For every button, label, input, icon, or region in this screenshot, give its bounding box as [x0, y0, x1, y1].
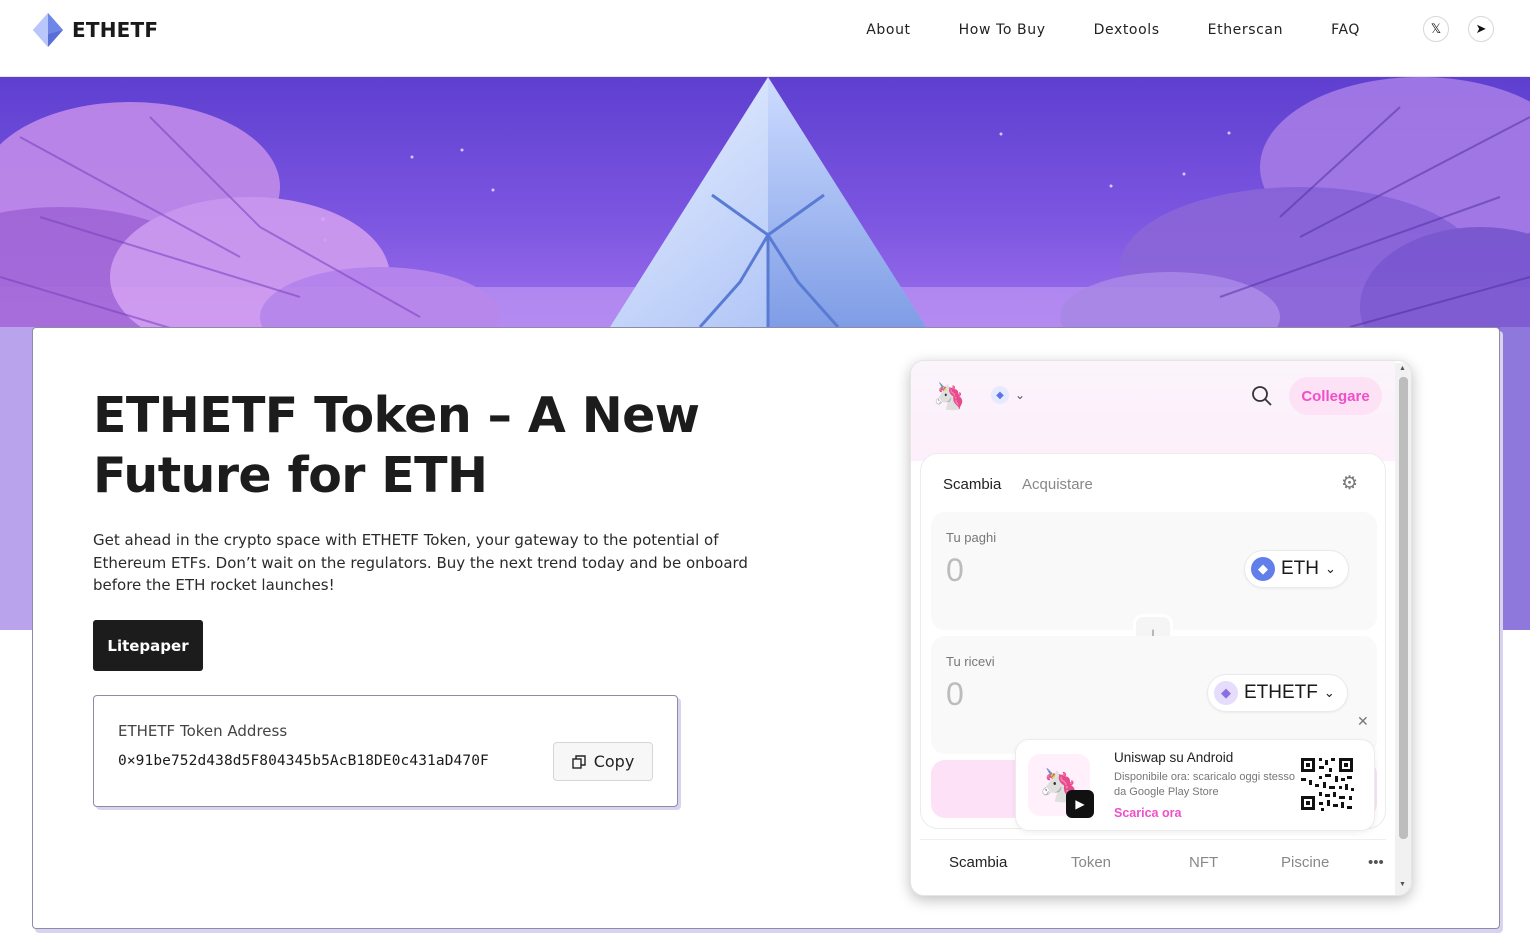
copy-address-button[interactable]: Copy — [553, 742, 653, 781]
ethetf-logo-icon — [33, 13, 63, 47]
widget-header: 🦄 ◆ ⌄ Collegare — [911, 361, 1395, 461]
swap-widget: 🦄 ◆ ⌄ Collegare Scambia Acquistare ⚙ Tu … — [910, 360, 1412, 896]
download-now-link[interactable]: Scarica ora — [1114, 806, 1181, 820]
pay-label: Tu paghi — [946, 530, 997, 545]
pay-amount-input[interactable]: 0 — [946, 552, 964, 589]
nav-links: About How To Buy Dextools Etherscan FAQ — [842, 20, 1384, 40]
tab-buy[interactable]: Acquistare — [1022, 476, 1093, 493]
x-twitter-icon[interactable]: 𝕏 — [1423, 16, 1449, 42]
connect-wallet-button[interactable]: Collegare — [1289, 377, 1382, 415]
android-promo-banner: 🦄 ▶ Uniswap su Android Disponibile ora: … — [1015, 739, 1375, 831]
google-play-icon: ▶ — [1066, 790, 1094, 818]
tab-swap[interactable]: Scambia — [943, 476, 1001, 493]
nav-link-faq[interactable]: FAQ — [1307, 20, 1384, 40]
widget-bottom-tabs: Scambia Token NFT Piscine ••• — [920, 839, 1386, 885]
uniswap-logo-icon[interactable]: 🦄 — [933, 381, 965, 412]
gear-icon[interactable]: ⚙ — [1341, 472, 1358, 495]
receive-field[interactable]: Tu ricevi 0 ◆ ETHETF ⌄ — [931, 636, 1377, 754]
receive-label: Tu ricevi — [946, 654, 995, 669]
pay-token-symbol: ETH — [1281, 558, 1319, 579]
litepaper-button[interactable]: Litepaper — [93, 620, 203, 671]
search-icon[interactable] — [1251, 385, 1273, 407]
bottom-tab-token[interactable]: Token — [1071, 854, 1111, 871]
chevron-down-icon: ⌄ — [1325, 561, 1336, 576]
token-address-box: ETHETF Token Address 0×91be752d438d5F804… — [93, 695, 678, 807]
top-navbar: ETHETF About How To Buy Dextools Ethersc… — [0, 0, 1530, 77]
scroll-up-icon[interactable]: ▲ — [1399, 365, 1406, 372]
hero-card: ETHETF Token – A New Future for ETH Get … — [32, 327, 1500, 929]
bottom-tab-pools[interactable]: Piscine — [1281, 854, 1329, 871]
network-selector[interactable]: ◆ ⌄ — [991, 386, 1025, 404]
nav-link-how-to-buy[interactable]: How To Buy — [935, 20, 1070, 40]
scroll-thumb[interactable] — [1399, 377, 1408, 839]
bottom-tab-swap[interactable]: Scambia — [949, 854, 1007, 871]
nav-link-about[interactable]: About — [842, 20, 934, 40]
nav-link-dextools[interactable]: Dextools — [1070, 20, 1184, 40]
qr-code-icon — [1299, 756, 1355, 812]
brand-name: ETHETF — [72, 18, 159, 42]
receive-token-symbol: ETHETF — [1244, 682, 1318, 703]
telegram-icon[interactable]: ➤ — [1468, 16, 1494, 42]
chevron-down-icon: ⌄ — [1323, 685, 1335, 700]
token-address-label: ETHETF Token Address — [118, 722, 288, 740]
pay-token-selector[interactable]: ◆ ETH ⌄ — [1244, 550, 1349, 588]
close-icon[interactable]: ✕ — [1357, 713, 1369, 730]
brand-logo[interactable]: ETHETF — [32, 12, 158, 48]
hero-description: Get ahead in the crypto space with ETHET… — [93, 531, 748, 594]
ethetf-token-icon: ◆ — [1214, 681, 1238, 705]
promo-description: Disponibile ora: scaricalo oggi stesso d… — [1114, 771, 1295, 798]
bottom-tab-nft[interactable]: NFT — [1189, 854, 1218, 871]
widget-scrollbar[interactable]: ▲ ▼ — [1395, 363, 1411, 895]
eth-token-icon: ◆ — [1251, 557, 1275, 581]
promo-title: Uniswap su Android — [1114, 750, 1234, 765]
token-address-value: 0×91be752d438d5F804345b5AcB18DE0c431aD47… — [118, 753, 489, 769]
pay-field[interactable]: Tu paghi 0 ◆ ETH ⌄ — [931, 512, 1377, 630]
more-options-icon[interactable]: ••• — [1368, 854, 1384, 871]
copy-icon — [572, 754, 586, 769]
receive-token-selector[interactable]: ◆ ETHETF ⌄ — [1207, 674, 1348, 712]
copy-label: Copy — [593, 752, 635, 771]
page-title: ETHETF Token – A New Future for ETH — [93, 387, 700, 504]
scroll-down-icon[interactable]: ▼ — [1399, 881, 1406, 888]
receive-amount-input[interactable]: 0 — [946, 676, 964, 713]
chevron-down-icon: ⌄ — [1015, 388, 1026, 402]
nav-link-etherscan[interactable]: Etherscan — [1184, 20, 1307, 40]
ethereum-network-icon: ◆ — [991, 386, 1009, 404]
